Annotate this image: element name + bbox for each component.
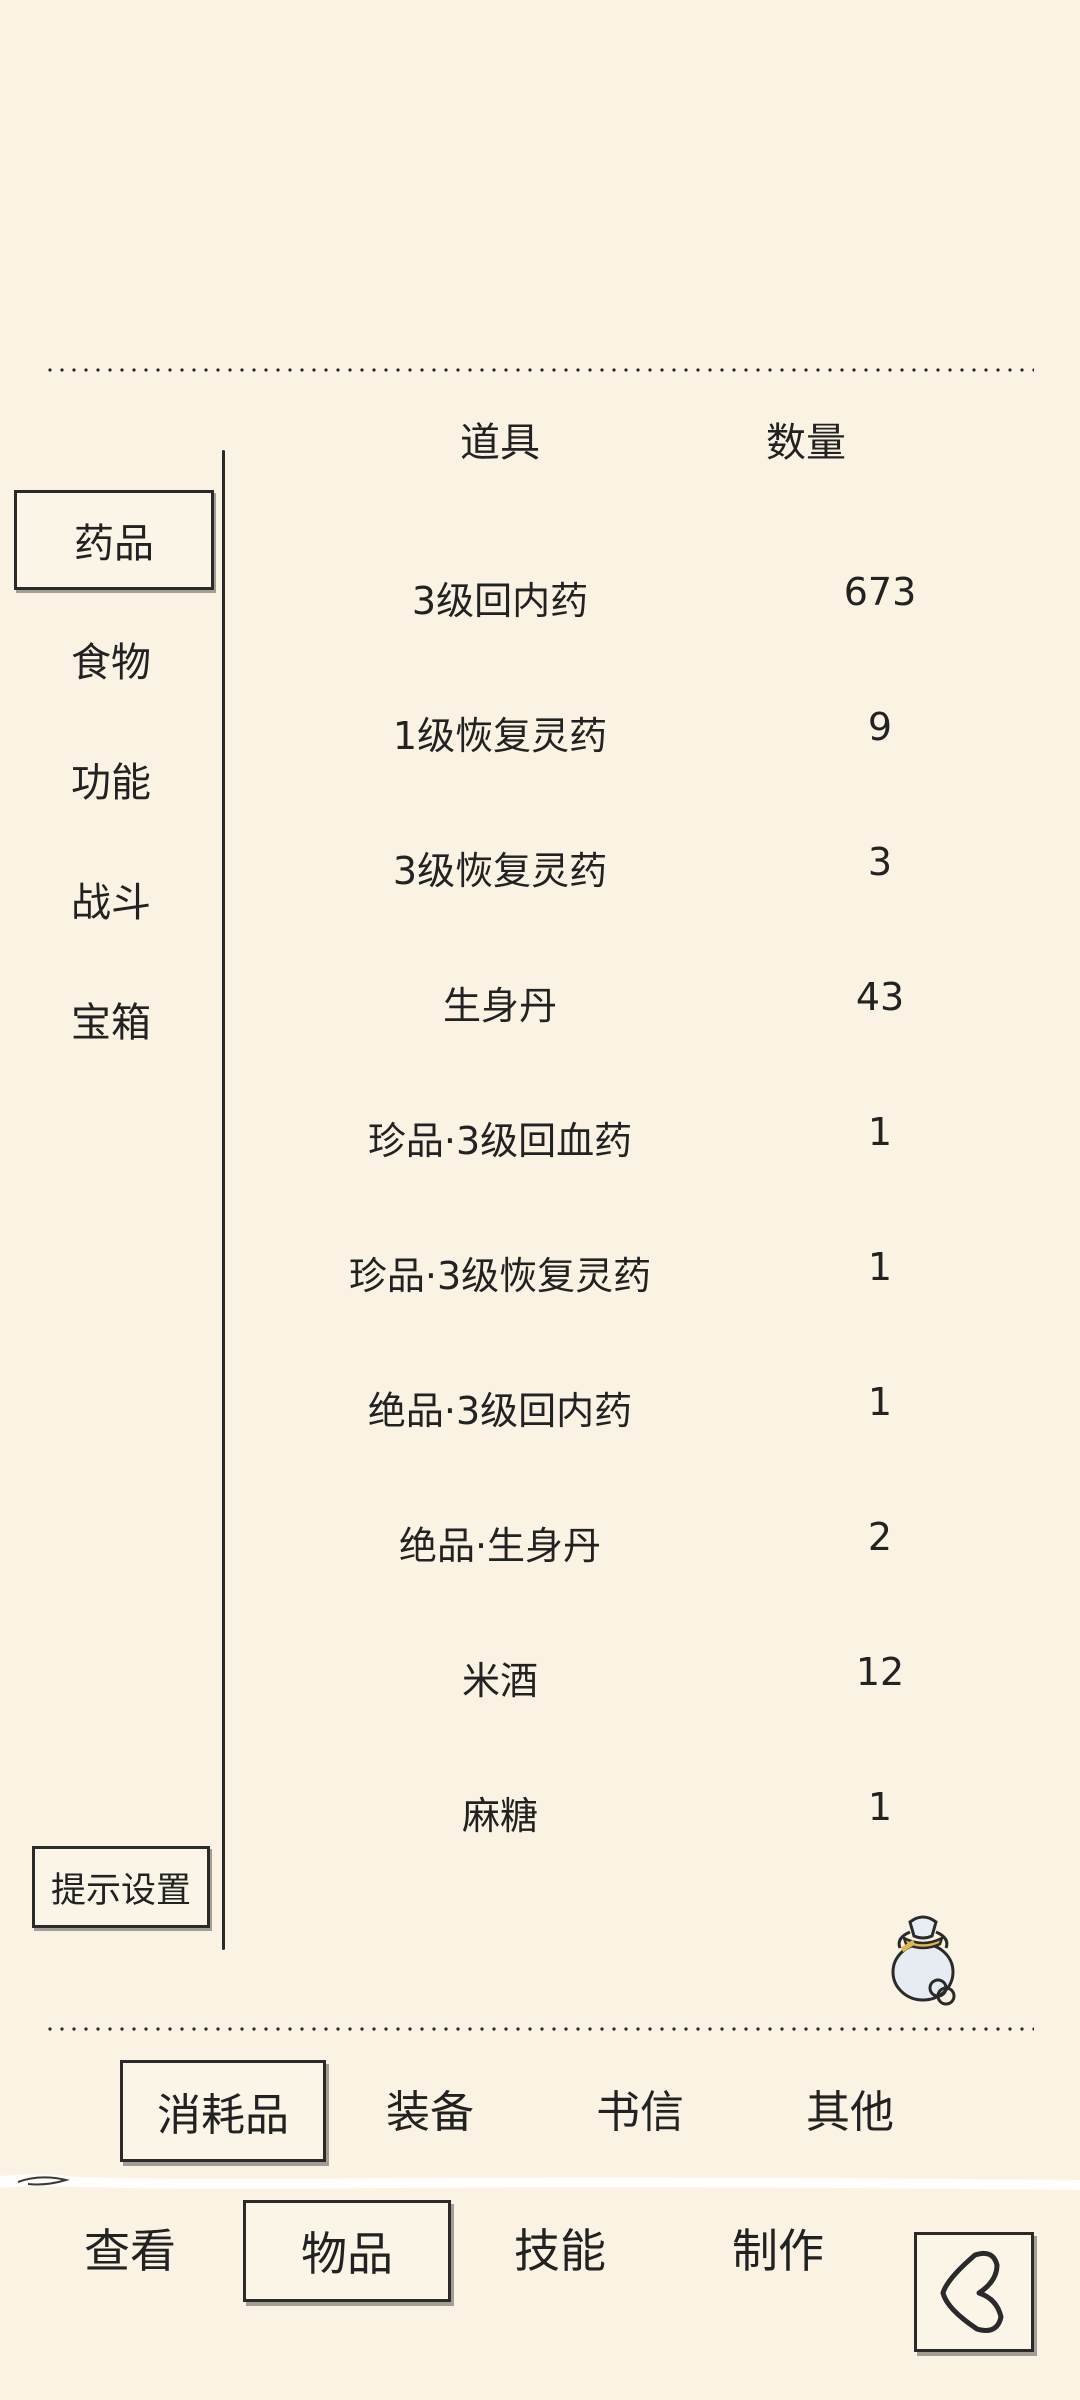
- brush-stroke-divider: [0, 2174, 1080, 2190]
- item-name: 生身丹: [442, 984, 557, 1028]
- item-name: 麻糖: [461, 1794, 538, 1838]
- column-header-quantity: 数量: [766, 420, 846, 466]
- table-row[interactable]: 3级回内药 673: [230, 526, 1030, 660]
- item-quantity: 3: [867, 840, 893, 884]
- nav-label: 技能: [514, 2224, 606, 2278]
- item-name: 3级恢复灵药: [392, 849, 608, 893]
- hint-settings-button[interactable]: 提示设置: [32, 1846, 210, 1928]
- table-row[interactable]: 绝品·生身丹 2: [230, 1471, 1030, 1605]
- nav-items[interactable]: 物品: [243, 2200, 451, 2302]
- top-dotted-divider: [44, 367, 1034, 373]
- nav-label: 物品: [301, 2227, 393, 2281]
- item-name: 米酒: [461, 1659, 538, 1703]
- item-quantity: 9: [867, 705, 893, 749]
- sidebar-item-chest[interactable]: 宝箱: [14, 972, 208, 1066]
- nav-crafting[interactable]: 制作: [708, 2200, 848, 2296]
- item-quantity: 1: [867, 1380, 893, 1424]
- nav-label: 制作: [732, 2224, 824, 2278]
- nav-label: 查看: [84, 2224, 176, 2278]
- item-quantity: 1: [867, 1110, 893, 1154]
- sidebar-item-label: 战斗: [71, 880, 151, 926]
- tab-label: 书信: [596, 2087, 684, 2138]
- tab-label: 消耗品: [157, 2090, 289, 2141]
- money-bag-icon[interactable]: [880, 1908, 966, 2008]
- item-name: 绝品·3级回内药: [367, 1389, 633, 1433]
- item-quantity: 673: [843, 570, 917, 614]
- tab-consumables[interactable]: 消耗品: [120, 2060, 326, 2162]
- tab-label: 装备: [386, 2087, 474, 2138]
- tab-label: 其他: [806, 2087, 894, 2138]
- hint-settings-label: 提示设置: [50, 1870, 191, 1911]
- table-row[interactable]: 珍品·3级回血药 1: [230, 1066, 1030, 1200]
- table-row[interactable]: 1级恢复灵药 9: [230, 661, 1030, 795]
- nav-skills[interactable]: 技能: [490, 2200, 630, 2296]
- sidebar-item-medicine[interactable]: 药品: [14, 490, 214, 590]
- item-name: 1级恢复灵药: [392, 714, 608, 758]
- item-quantity: 1: [867, 1785, 893, 1829]
- item-quantity: 1: [867, 1245, 893, 1289]
- sidebar-item-label: 功能: [71, 760, 151, 806]
- item-quantity: 43: [855, 975, 905, 1019]
- table-row[interactable]: 麻糖 1: [230, 1741, 1030, 1875]
- bottom-dotted-divider: [44, 2026, 1034, 2032]
- table-row[interactable]: 绝品·3级回内药 1: [230, 1336, 1030, 1470]
- sidebar-item-battle[interactable]: 战斗: [14, 852, 208, 946]
- sidebar-divider: [222, 450, 225, 1950]
- sidebar-item-food[interactable]: 食物: [14, 612, 208, 706]
- table-row[interactable]: 米酒 12: [230, 1606, 1030, 1740]
- item-name: 3级回内药: [411, 579, 589, 623]
- tab-equipment[interactable]: 装备: [340, 2060, 520, 2156]
- sidebar-item-label: 药品: [74, 521, 154, 567]
- table-row[interactable]: 生身丹 43: [230, 931, 1030, 1065]
- item-quantity: 12: [855, 1650, 905, 1694]
- sidebar-item-label: 食物: [71, 640, 151, 686]
- table-row[interactable]: 3级恢复灵药 3: [230, 796, 1030, 930]
- item-name: 珍品·3级恢复灵药: [348, 1254, 652, 1298]
- sidebar-item-function[interactable]: 功能: [14, 732, 208, 826]
- nav-view[interactable]: 查看: [60, 2200, 200, 2296]
- back-button[interactable]: [914, 2232, 1034, 2352]
- table-row[interactable]: 珍品·3级恢复灵药 1: [230, 1201, 1030, 1335]
- back-arrow-icon: [940, 2250, 1004, 2333]
- item-name: 绝品·生身丹: [398, 1524, 602, 1568]
- item-quantity: 2: [867, 1515, 893, 1559]
- tab-letters[interactable]: 书信: [550, 2060, 730, 2156]
- item-name: 珍品·3级回血药: [367, 1119, 633, 1163]
- tab-other[interactable]: 其他: [760, 2060, 940, 2156]
- sidebar-item-label: 宝箱: [71, 1000, 151, 1046]
- column-header-item: 道具: [460, 420, 540, 466]
